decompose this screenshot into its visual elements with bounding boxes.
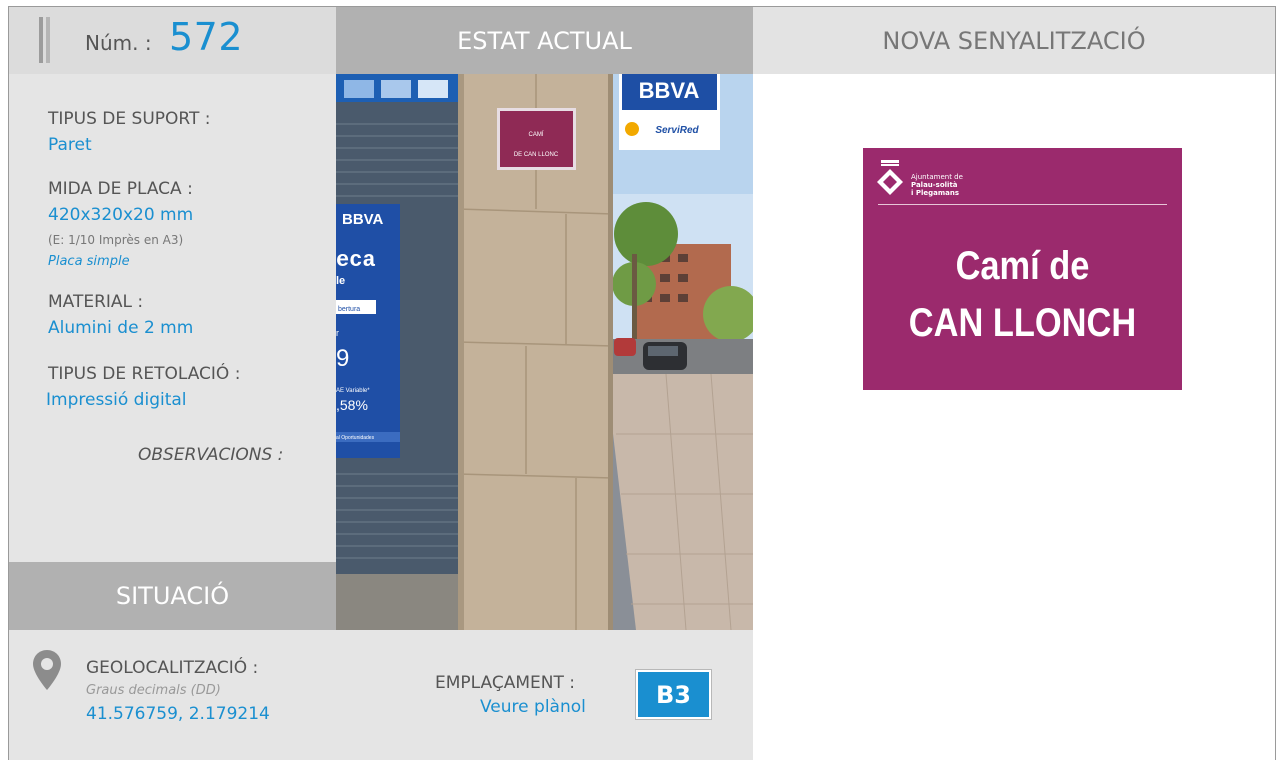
street-photo-illustration: BBVA eca le bertura r 9 AE Variable* ,58… [336, 74, 753, 630]
new-signage-title: NOVA SENYALITZACIÓ [882, 26, 1146, 55]
location-pin-icon [33, 650, 61, 690]
municipal-coat-of-arms-icon [877, 160, 903, 195]
support-type-label: TIPUS DE SUPORT : [48, 109, 211, 129]
new-sign-preview: Ajuntament de Palau-solità i Plegamans C… [863, 148, 1182, 390]
sign-record-sheet: Núm. : 572 ESTAT ACTUAL NOVA SENYALITZAC… [0, 0, 1277, 760]
poster-text: 9 [336, 345, 349, 372]
location-code: B3 [656, 680, 691, 709]
situation-title: SITUACIÓ [115, 582, 230, 610]
plate-scale-note: (E: 1/10 Imprès en A3) [48, 233, 184, 247]
poster-text: ,58% [336, 397, 368, 413]
municipality-name-line: i Plegamans [911, 189, 960, 197]
municipality-name-line: Ajuntament de [911, 173, 963, 181]
material-value: Alumini de 2 mm [48, 318, 194, 338]
old-sign-line1: CAMÍ [529, 131, 544, 138]
location-label: EMPLAÇAMENT : [435, 673, 575, 693]
poster-text: AE Variable* [336, 388, 370, 394]
geolocation-coordinates: 41.576759, 2.179214 [86, 704, 270, 724]
poster-text: bertura [338, 306, 360, 313]
location-code-badge: B3 [635, 669, 712, 720]
poster-text: eca [336, 248, 376, 273]
lettering-type-value: Impressió digital [46, 390, 187, 410]
geolocation-label: GEOLOCALITZACIÓ : [86, 658, 259, 678]
new-signage-header: NOVA SENYALITZACIÓ [753, 7, 1275, 74]
geolocation-format-note: Graus decimals (DD) [86, 683, 221, 698]
bbva-sign-text: BBVA [639, 78, 700, 103]
situation-header: SITUACIÓ [9, 562, 336, 630]
observations-label: OBSERVACIONS : [138, 445, 284, 465]
sign-divider [878, 204, 1167, 205]
lettering-type-label: TIPUS DE RETOLACIÓ : [48, 364, 241, 384]
plate-size-label: MIDA DE PLACA : [48, 179, 193, 199]
support-type-value: Paret [48, 135, 92, 155]
current-state-header: ESTAT ACTUAL [336, 7, 753, 74]
old-sign-line2: DE CAN LLONC [514, 152, 559, 158]
municipality-name-line: Palau-solità [911, 181, 958, 189]
header-bar-mark [46, 17, 50, 63]
current-state-title: ESTAT ACTUAL [457, 26, 632, 55]
plate-size-value: 420x320x20 mm [48, 205, 194, 225]
poster-text: al Oportunidades [336, 435, 375, 441]
current-state-photo: BBVA eca le bertura r 9 AE Variable* ,58… [336, 74, 753, 630]
record-number-value: 572 [169, 15, 244, 59]
material-label: MATERIAL : [48, 292, 144, 312]
poster-text: r [336, 328, 339, 338]
servired-text: ServiRed [655, 125, 699, 136]
sign-title-line2: CAN LLONCH [908, 301, 1137, 345]
plate-type-note: Placa simple [48, 254, 130, 269]
sign-specs-panel: TIPUS DE SUPORT : Paret MIDA DE PLACA : … [9, 74, 336, 562]
poster-text: le [336, 275, 345, 287]
municipality-name: Ajuntament de Palau-solità i Plegamans [911, 173, 963, 197]
header-bar-mark [39, 17, 43, 63]
record-number-header: Núm. : 572 [9, 7, 336, 74]
poster-bank-name: BBVA [342, 211, 384, 228]
view-map-link[interactable]: Veure plànol [480, 697, 586, 717]
sign-title-line1: Camí de [955, 244, 1090, 288]
record-number-label: Núm. : [85, 31, 152, 55]
